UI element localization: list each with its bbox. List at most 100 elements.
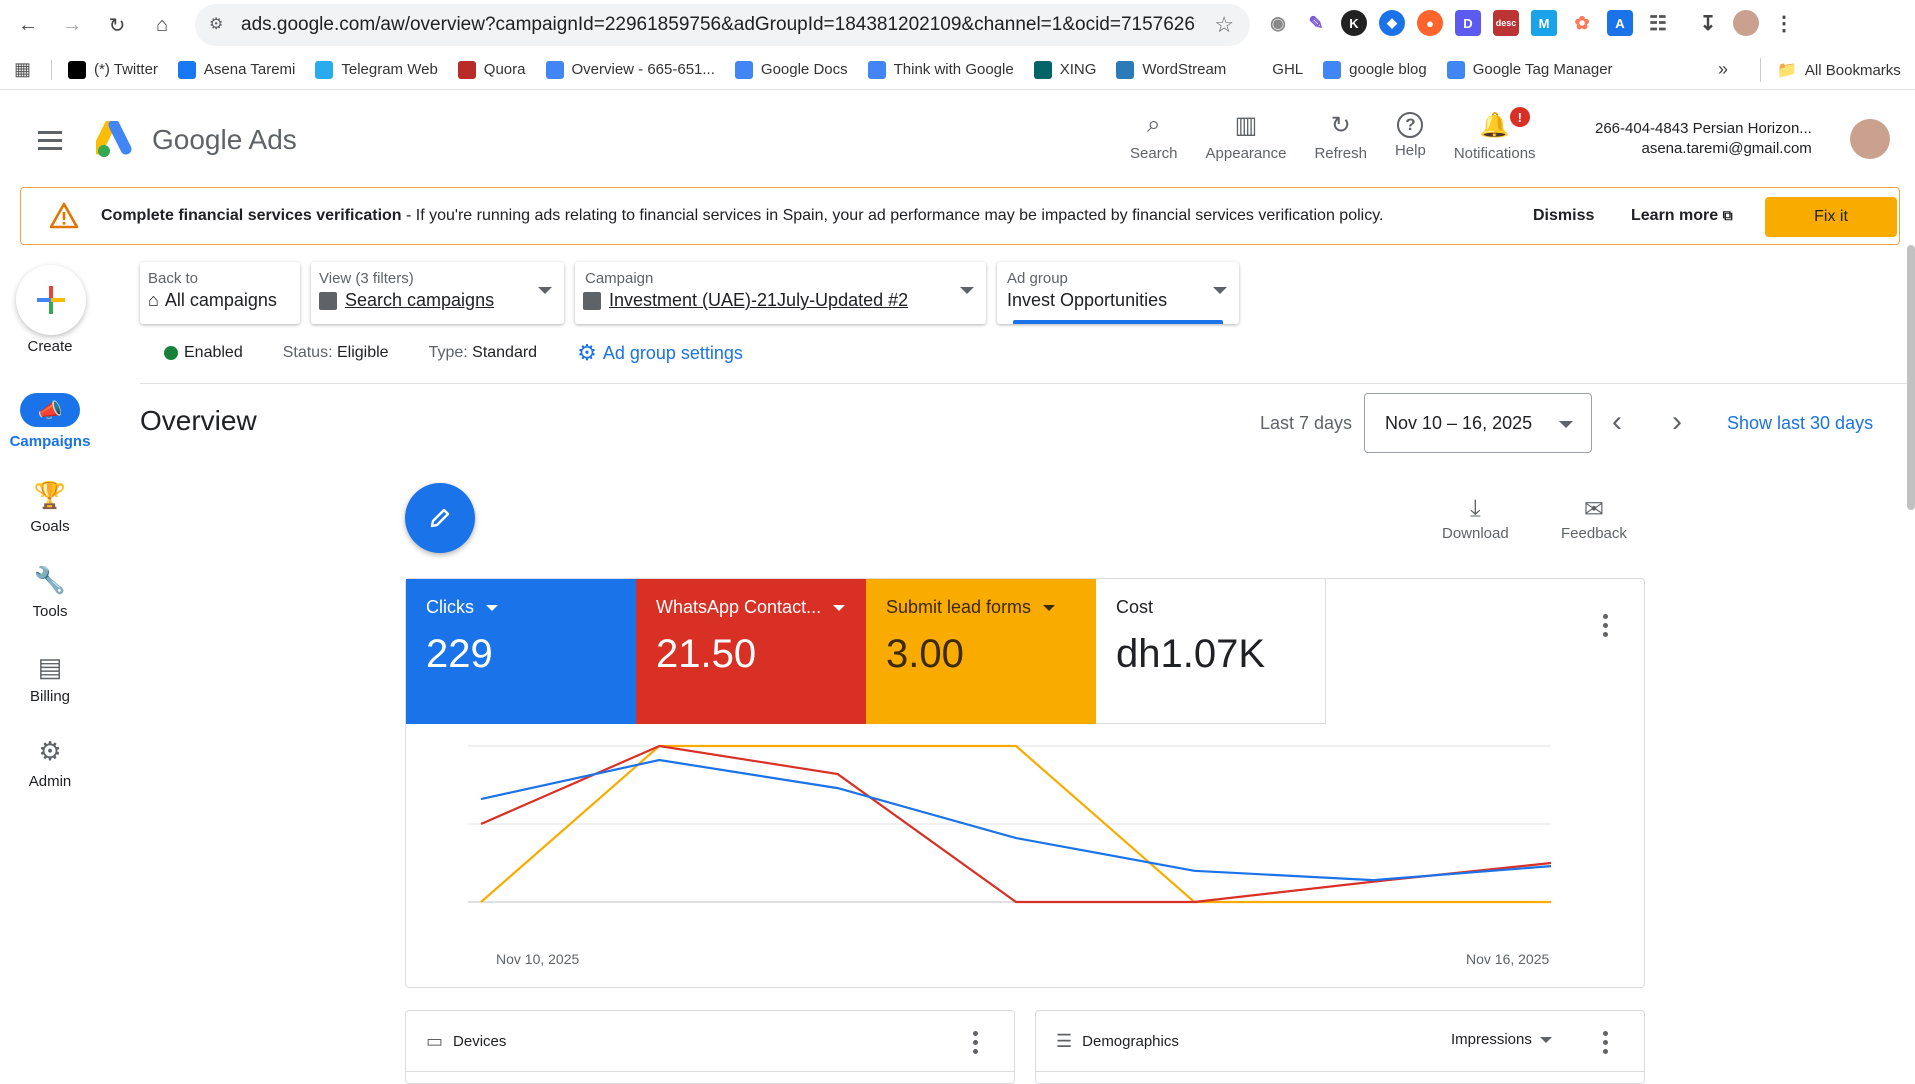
bookmark-item[interactable]: WordStream (1116, 60, 1226, 79)
profile-avatar[interactable] (1733, 10, 1759, 36)
next-period-icon[interactable]: › (1672, 405, 1682, 439)
address-bar[interactable]: ⚙ ads.google.com/aw/overview?campaignId=… (195, 4, 1250, 46)
verification-banner: Complete financial services verification… (20, 187, 1900, 245)
forward-arrow-icon[interactable]: → (58, 11, 86, 39)
k-extension-icon[interactable]: K (1341, 10, 1367, 36)
x-icon (68, 60, 87, 79)
camera-icon[interactable]: ◉ (1265, 10, 1291, 36)
bookmark-item[interactable]: Telegram Web (315, 60, 438, 79)
edit-button[interactable] (405, 483, 475, 553)
megaphone-icon: 📣 (37, 399, 63, 422)
banner-message: Complete financial services verification… (101, 207, 1383, 225)
hamburger-menu-icon[interactable] (38, 131, 62, 155)
bookmark-item[interactable]: Overview - 665-651... (545, 60, 715, 79)
bookmark-label: Think with Google (893, 61, 1014, 78)
metric-clicks[interactable]: Clicks 229 (406, 579, 636, 724)
x-tick-start: Nov 10, 2025 (496, 951, 580, 967)
view-value: Search campaigns (345, 290, 495, 310)
date-range-picker[interactable]: Nov 10 – 16, 2025 (1364, 393, 1592, 453)
campaign-selector[interactable]: Campaign Investment (UAE)-21July-Updated… (575, 262, 986, 324)
tools-icon[interactable]: 🔧 (34, 565, 66, 595)
semrush-extension-icon[interactable]: ● (1417, 10, 1443, 36)
view-selector[interactable]: View (3 filters) Search campaigns (311, 262, 564, 324)
demographics-menu-icon[interactable] (1603, 1031, 1609, 1058)
credit-card-icon[interactable]: ▤ (35, 652, 65, 682)
ad-group-selector[interactable]: Ad group Invest Opportunities (997, 262, 1239, 324)
chevron-down-icon (960, 287, 974, 294)
download-browser-icon[interactable]: ↧ (1695, 10, 1721, 36)
metric-name: Submit lead forms (886, 597, 1076, 618)
trophy-icon[interactable]: 🏆 (34, 480, 66, 510)
more-bookmarks-icon[interactable]: » (1718, 59, 1728, 80)
page-scrollbar[interactable] (1907, 245, 1915, 510)
ad-group-settings-link[interactable]: ⚙ Ad group settings (577, 340, 743, 366)
learn-more-link[interactable]: Learn more ⧉ (1631, 207, 1733, 225)
nav-campaigns-label[interactable]: Campaigns (0, 433, 100, 450)
nav-admin-label[interactable]: Admin (0, 773, 100, 790)
show-last-30-days-link[interactable]: Show last 30 days (1727, 413, 1873, 434)
status-label: Status: (282, 344, 337, 361)
account-avatar[interactable] (1850, 119, 1890, 159)
tag-extension-icon[interactable]: ◆ (1379, 10, 1405, 36)
feedback-button[interactable]: ✉ Feedback (1561, 495, 1627, 542)
bookmark-item[interactable]: Think with Google (867, 60, 1014, 79)
dismiss-button[interactable]: Dismiss (1533, 207, 1594, 225)
type-value: Standard (472, 344, 538, 361)
header-tool-appearance[interactable]: ▥ Appearance (1206, 109, 1287, 163)
account-info[interactable]: 266-404-4843 Persian Horizon... asena.ta… (1595, 119, 1812, 159)
back-to-label: Back to (148, 270, 199, 287)
apps-grid-icon[interactable]: ▦ (14, 59, 31, 80)
nav-billing-label[interactable]: Billing (0, 688, 100, 705)
hubspot-extension-icon[interactable]: ✿ (1569, 10, 1595, 36)
all-bookmarks[interactable]: 📁 All Bookmarks (1777, 60, 1901, 80)
devices-icon: ▭ (426, 1030, 444, 1051)
header-tool-notifications[interactable]: 🔔 Notifications! (1454, 107, 1536, 162)
bookmark-item[interactable]: (*) Twitter (68, 60, 158, 79)
bookmarks-bar: ▦ (*) Twitter Asena Taremi Telegram Web Quo… (0, 50, 1915, 90)
menu-dots-icon[interactable]: ⋮ (1771, 10, 1797, 36)
desc-extension-icon[interactable]: desc (1493, 10, 1519, 36)
bookmark-item[interactable]: Asena Taremi (177, 60, 295, 79)
fix-it-button[interactable]: Fix it (1765, 197, 1897, 237)
nav-goals-label[interactable]: Goals (0, 518, 100, 535)
campaigns-nav-button[interactable]: 📣 (20, 393, 80, 427)
create-button[interactable] (16, 265, 86, 335)
header-tool-search[interactable]: ⌕ Search (1130, 109, 1178, 162)
pen-extension-icon[interactable]: ✎ (1303, 10, 1329, 36)
type-status: Type: Standard (429, 344, 538, 362)
m-extension-icon[interactable]: M (1531, 10, 1557, 36)
bookmark-item[interactable]: XING (1033, 60, 1096, 79)
back-to-all-campaigns[interactable]: Back to ⌂ All campaigns (140, 262, 300, 324)
demographics-title: Demographics (1082, 1032, 1179, 1050)
chart-menu-icon[interactable] (1603, 614, 1609, 641)
header-tool-help[interactable]: ? Help (1395, 109, 1426, 162)
bookmark-item[interactable]: Google Docs (734, 60, 848, 79)
back-arrow-icon[interactable]: ← (14, 11, 42, 39)
home-icon[interactable]: ⌂ (148, 11, 176, 39)
google-ads-logo[interactable]: Google Ads (96, 121, 297, 159)
bookmark-item[interactable]: GHL (1246, 60, 1303, 79)
d-extension-icon[interactable]: D (1455, 10, 1481, 36)
ads-extension-icon[interactable]: A (1607, 10, 1633, 36)
caret-down-icon (486, 604, 498, 611)
enabled-status[interactable]: Enabled (164, 344, 243, 362)
download-button[interactable]: ⤓ Download (1442, 495, 1509, 542)
reload-icon[interactable]: ↻ (103, 11, 131, 39)
google-icon (1323, 60, 1342, 79)
campaign-value: Investment (UAE)-21July-Updated #2 (609, 290, 909, 310)
metric-whatsapp[interactable]: WhatsApp Contact... 21.50 (636, 579, 866, 724)
bookmark-item[interactable]: Google Tag Manager (1446, 60, 1613, 79)
gear-icon[interactable]: ⚙ (35, 736, 65, 766)
metric-cost[interactable]: Cost dh1.07K (1096, 579, 1326, 724)
devices-menu-icon[interactable] (973, 1031, 979, 1058)
puzzle-extensions-icon[interactable]: ☷ (1645, 10, 1671, 36)
bookmark-item[interactable]: google blog (1323, 60, 1427, 79)
metric-submit-lead-forms[interactable]: Submit lead forms 3.00 (866, 579, 1096, 724)
nav-tools-label[interactable]: Tools (0, 603, 100, 620)
site-info-icon[interactable]: ⚙ (209, 14, 223, 34)
demographics-metric-dropdown[interactable]: Impressions (1451, 1031, 1552, 1048)
bookmark-item[interactable]: Quora (457, 60, 526, 79)
previous-period-icon[interactable]: ‹ (1612, 405, 1622, 439)
header-tool-refresh[interactable]: ↻ Refresh (1314, 109, 1367, 163)
bookmark-star-icon[interactable]: ☆ (1214, 12, 1234, 38)
